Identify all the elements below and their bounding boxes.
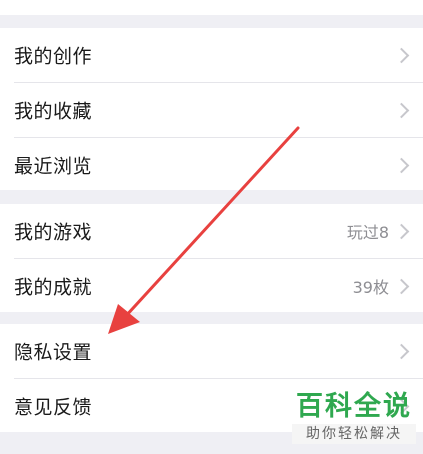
chevron-right-icon bbox=[393, 47, 410, 64]
menu-item-value: 玩过8 bbox=[346, 223, 389, 242]
watermark-title: 百科全说 bbox=[296, 391, 412, 422]
watermark-subtitle: 助你轻松解决 bbox=[292, 424, 416, 444]
menu-item-my-favorites[interactable]: 我的收藏 bbox=[0, 83, 423, 137]
chevron-right-icon bbox=[393, 343, 410, 360]
menu-item-my-achievements[interactable]: 我的成就 39枚 bbox=[0, 259, 423, 313]
menu-item-label: 意见反馈 bbox=[14, 396, 93, 419]
chevron-right-icon bbox=[393, 223, 410, 240]
menu-item-label: 我的创作 bbox=[14, 45, 93, 68]
menu-item-label: 我的成就 bbox=[14, 276, 93, 299]
menu-item-label: 我的游戏 bbox=[14, 221, 93, 244]
chevron-right-icon bbox=[393, 157, 410, 174]
menu-item-label: 隐私设置 bbox=[14, 341, 93, 364]
menu-item-privacy-settings[interactable]: 隐私设置 bbox=[0, 324, 423, 378]
menu-item-value: 39枚 bbox=[352, 278, 389, 297]
menu-item-my-games[interactable]: 我的游戏 玩过8 bbox=[0, 204, 423, 258]
watermark-logo: 百科全说 助你轻松解决 bbox=[292, 392, 416, 444]
menu-top-strip bbox=[0, 0, 423, 15]
menu-item-label: 我的收藏 bbox=[14, 100, 93, 123]
menu-group-games: 我的游戏 玩过8 我的成就 39枚 bbox=[0, 204, 423, 312]
chevron-right-icon bbox=[393, 102, 410, 119]
chevron-right-icon bbox=[393, 278, 410, 295]
menu-group-content: 我的创作 我的收藏 最近浏览 bbox=[0, 28, 423, 190]
menu-item-recent-views[interactable]: 最近浏览 bbox=[0, 138, 423, 192]
menu-item-label: 最近浏览 bbox=[14, 155, 93, 178]
menu-item-my-creations[interactable]: 我的创作 bbox=[0, 28, 423, 82]
